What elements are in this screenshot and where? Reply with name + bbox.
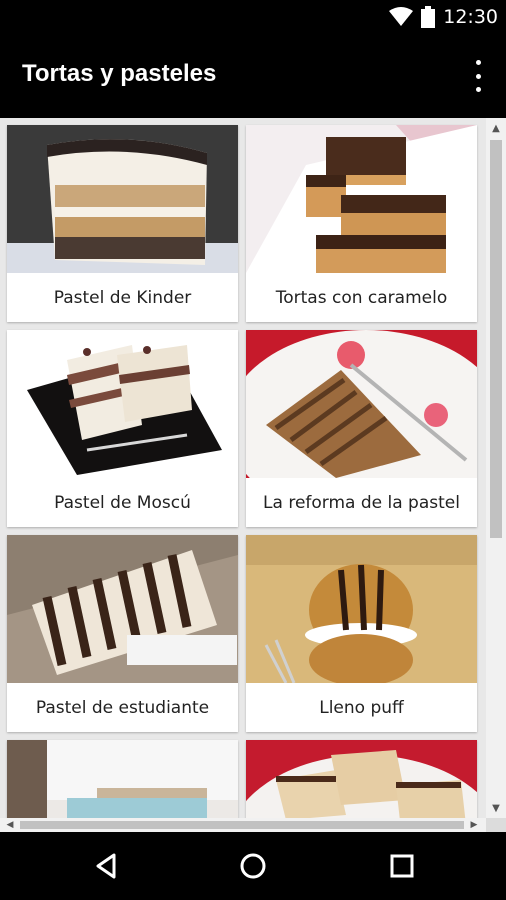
- recipe-grid: Pastel de Kinder Tortas con caramelo Pas…: [0, 118, 506, 832]
- recipe-card[interactable]: Pastel de estudiante: [7, 535, 238, 732]
- status-time: 12:30: [443, 6, 498, 28]
- recipe-card[interactable]: Lleno puff: [246, 535, 477, 732]
- status-bar: 12:30: [0, 0, 506, 34]
- recipe-image: [246, 330, 477, 478]
- more-vert-icon[interactable]: [468, 60, 488, 92]
- wifi-icon: [389, 7, 414, 26]
- vertical-scrollbar[interactable]: ▲ ▼: [486, 118, 506, 818]
- vertical-scroll-thumb[interactable]: [490, 140, 502, 538]
- horizontal-scroll-thumb[interactable]: [20, 821, 464, 829]
- recipe-card[interactable]: Tortas con caramelo: [246, 125, 477, 322]
- home-icon[interactable]: [233, 846, 273, 886]
- recipe-image: [7, 535, 238, 683]
- back-icon[interactable]: [86, 846, 126, 886]
- scroll-right-icon[interactable]: ▶: [466, 818, 482, 832]
- app-bar: Tortas y pasteles: [0, 34, 506, 118]
- recipe-card[interactable]: Pastel de Kinder: [7, 125, 238, 322]
- recents-icon[interactable]: [382, 846, 422, 886]
- scrollbar-corner: [486, 818, 506, 832]
- recipe-title: Pastel de Kinder: [53, 287, 192, 308]
- recipe-title: Lleno puff: [319, 697, 404, 718]
- battery-icon: [421, 6, 436, 28]
- recipe-title: Pastel de Moscú: [54, 492, 191, 513]
- recipe-image: [246, 125, 477, 273]
- horizontal-scrollbar[interactable]: ◀ ▶: [0, 818, 486, 832]
- recipe-image: [246, 535, 477, 683]
- navigation-bar: [0, 832, 506, 900]
- recipe-image: [7, 330, 238, 478]
- scroll-left-icon[interactable]: ◀: [2, 818, 18, 832]
- recipe-title: La reforma de la pastel: [263, 492, 460, 513]
- recipe-title: Tortas con caramelo: [275, 287, 448, 308]
- recipe-card[interactable]: La reforma de la pastel: [246, 330, 477, 527]
- recipe-title: Pastel de estudiante: [35, 697, 210, 718]
- scroll-down-icon[interactable]: ▼: [486, 800, 506, 818]
- recipe-card[interactable]: Pastel de Moscú: [7, 330, 238, 527]
- recipe-image: [7, 125, 238, 273]
- app-title: Tortas y pasteles: [22, 60, 217, 87]
- scroll-up-icon[interactable]: ▲: [486, 120, 506, 138]
